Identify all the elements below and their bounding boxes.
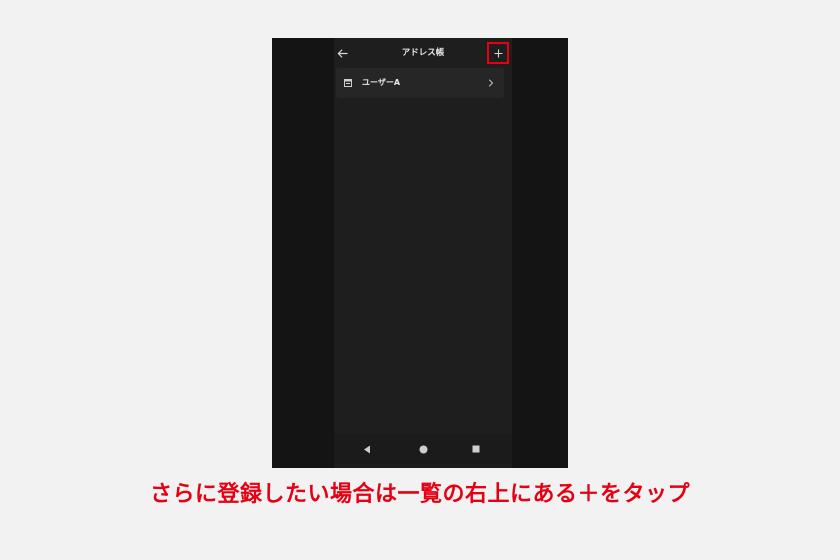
instruction-caption: さらに登録したい場合は一覧の右上にある＋をタップ	[149, 482, 690, 507]
address-list-item[interactable]: ユーザーA	[336, 68, 504, 98]
page-title: アドレス帳	[401, 48, 445, 58]
system-nav-bar	[334, 434, 512, 464]
system-home-button[interactable]	[416, 443, 430, 455]
circle-home-icon	[419, 445, 427, 453]
triangle-back-icon	[364, 445, 370, 453]
add-address-button[interactable]	[487, 42, 509, 64]
system-back-button[interactable]	[360, 443, 374, 455]
system-recents-button[interactable]	[469, 443, 483, 455]
app-bar: アドレス帳	[334, 38, 512, 68]
square-recents-icon	[472, 445, 480, 453]
device-frame: アドレス帳 ユーザーA	[272, 38, 568, 468]
chevron-right-icon	[488, 79, 494, 87]
address-card-icon	[344, 79, 352, 87]
plus-icon	[494, 49, 502, 57]
app-screen: アドレス帳 ユーザーA	[334, 38, 512, 468]
list-item-label: ユーザーA	[362, 78, 401, 87]
